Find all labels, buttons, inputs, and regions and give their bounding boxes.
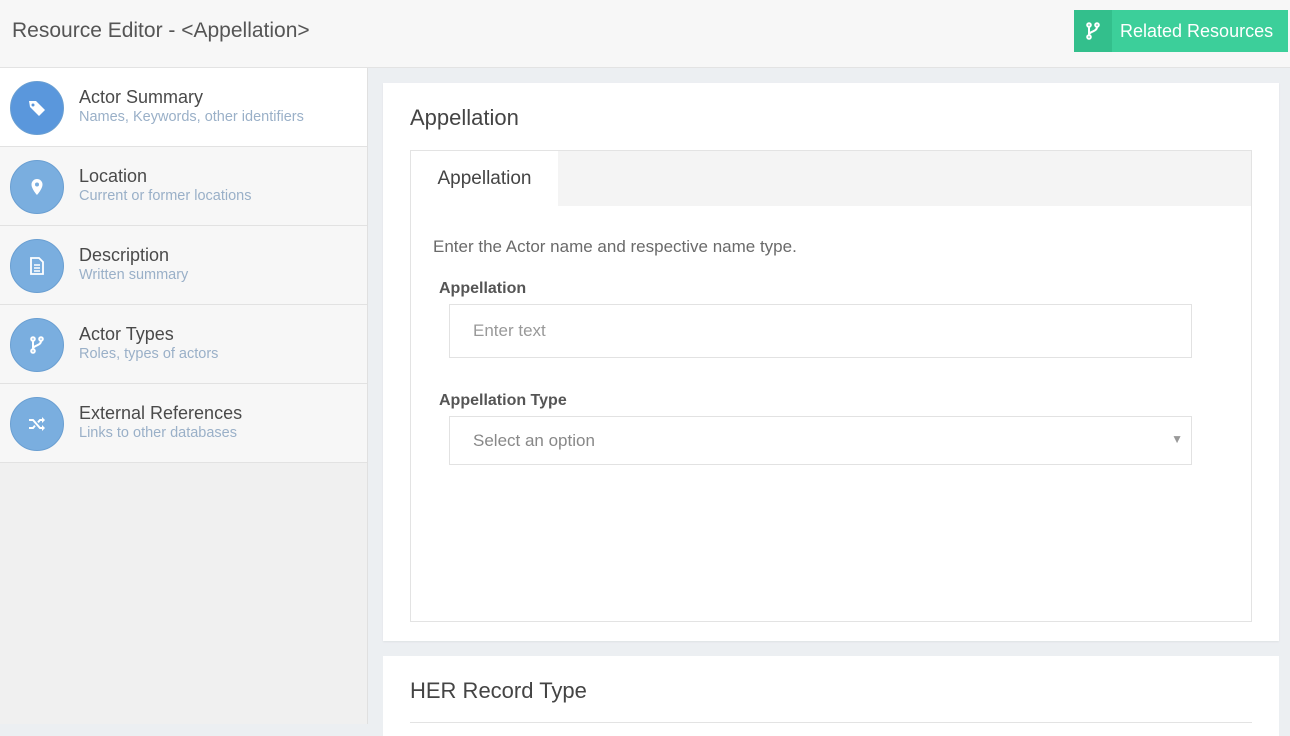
- related-resources-label: Related Resources: [1120, 20, 1274, 41]
- sidebar-item-subtitle: Written summary: [79, 267, 189, 283]
- sidebar-item-subtitle: Roles, types of actors: [79, 346, 219, 362]
- card-title: HER Record Type: [410, 678, 587, 703]
- page-title: Resource Editor - <Appellation>: [12, 19, 310, 42]
- appellation-type-select[interactable]: Select an option ▼: [449, 416, 1192, 465]
- sidebar-item-description[interactable]: Description Written summary: [0, 226, 367, 305]
- sidebar-item-actor-types[interactable]: Actor Types Roles, types of actors: [0, 305, 367, 384]
- sidebar-item-actor-summary[interactable]: Actor Summary Names, Keywords, other ide…: [0, 68, 367, 147]
- sidebar-item-title: Actor Types: [79, 324, 174, 344]
- shuffle-icon: [10, 397, 64, 451]
- tag-icon: [10, 81, 64, 135]
- tab-appellation[interactable]: Appellation: [411, 151, 558, 206]
- related-resources-button[interactable]: Related Resources: [1074, 10, 1288, 52]
- tab-strip: Appellation: [411, 151, 1251, 206]
- sidebar-item-title: Description: [79, 245, 170, 265]
- appellation-label: Appellation: [439, 280, 527, 297]
- sidebar-item-location[interactable]: Location Current or former locations: [0, 147, 367, 226]
- sidebar-item-subtitle: Links to other databases: [79, 425, 237, 441]
- caret-down-icon: ▼: [1171, 432, 1183, 446]
- select-placeholder: Select an option: [473, 430, 595, 450]
- card-title: Appellation: [410, 105, 519, 130]
- fork-icon: [1074, 10, 1112, 52]
- instructions-text: Enter the Actor name and respective name…: [433, 237, 797, 256]
- sidebar-item-title: External References: [79, 403, 243, 423]
- sidebar-item-subtitle: Names, Keywords, other identifiers: [79, 109, 304, 125]
- map-pin-icon: [10, 160, 64, 214]
- her-record-type-card: HER Record Type: [383, 656, 1279, 736]
- sidebar-item-external-references[interactable]: External References Links to other datab…: [0, 384, 367, 463]
- top-bar: Resource Editor - <Appellation> Related …: [0, 0, 1290, 68]
- sidebar-item-title: Location: [79, 166, 148, 186]
- appellation-card: Appellation Appellation Enter the Actor …: [383, 83, 1279, 641]
- form-panel: Appellation Enter the Actor name and res…: [410, 150, 1252, 622]
- fork-icon: [10, 318, 64, 372]
- divider: [410, 722, 1252, 723]
- sidebar-item-title: Actor Summary: [79, 87, 204, 107]
- sidebar-item-subtitle: Current or former locations: [79, 188, 252, 204]
- sidebar: Actor Summary Names, Keywords, other ide…: [0, 68, 368, 724]
- appellation-type-label: Appellation Type: [439, 392, 567, 409]
- document-icon: [10, 239, 64, 293]
- appellation-input[interactable]: [449, 304, 1192, 358]
